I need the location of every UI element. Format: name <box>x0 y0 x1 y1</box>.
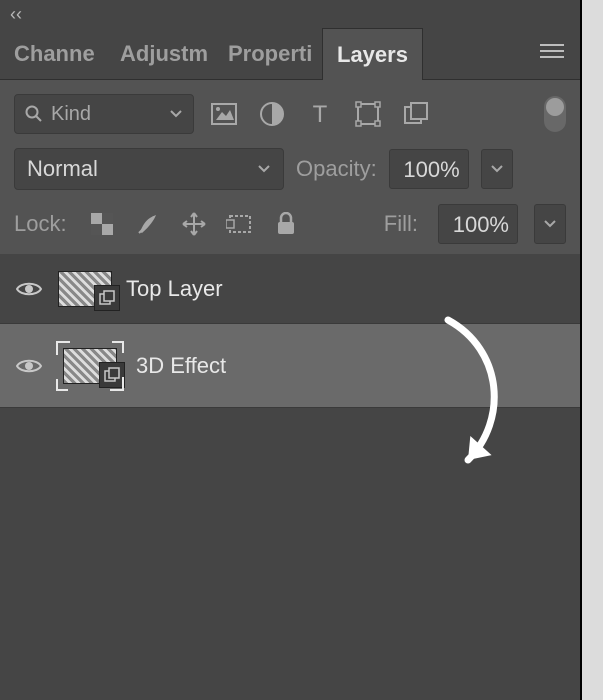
blend-mode-dropdown[interactable]: Normal <box>14 148 284 190</box>
blend-mode-value: Normal <box>27 156 98 182</box>
chevron-down-icon <box>490 164 504 174</box>
eye-icon <box>16 280 42 298</box>
smart-object-badge-icon <box>94 285 120 311</box>
layer-name[interactable]: 3D Effect <box>136 353 226 379</box>
layer-thumbnail[interactable] <box>58 271 112 307</box>
layer-row[interactable]: Top Layer <box>0 254 580 324</box>
layers-list: Top Layer 3D Effect <box>0 254 580 628</box>
filter-label: Kind <box>51 103 91 126</box>
fill-dropdown-button[interactable] <box>534 204 566 244</box>
opacity-input[interactable]: 100% <box>389 149 469 189</box>
collapse-panel-button[interactable]: ‹‹ <box>0 0 580 28</box>
lock-position-icon[interactable] <box>179 206 209 242</box>
right-edge <box>580 0 603 700</box>
tab-channels[interactable]: Channe <box>0 28 106 80</box>
visibility-toggle[interactable] <box>14 280 44 298</box>
chevron-down-icon <box>257 164 271 174</box>
panel-menu-icon[interactable] <box>540 43 564 64</box>
eye-icon <box>16 357 42 375</box>
layer-filter-dropdown[interactable]: Kind <box>14 94 194 134</box>
visibility-toggle[interactable] <box>14 357 44 375</box>
lock-label: Lock: <box>14 211 67 237</box>
chevron-down-icon <box>169 109 183 119</box>
svg-text:T: T <box>313 102 328 126</box>
search-icon <box>25 105 43 123</box>
lock-all-icon[interactable] <box>271 206 301 242</box>
chevron-down-icon <box>543 219 557 229</box>
filter-adjustment-icon[interactable] <box>254 96 290 132</box>
fill-label: Fill: <box>384 211 418 237</box>
panel-tabs: Channe Adjustm Properti Layers <box>0 28 580 80</box>
opacity-label: Opacity: <box>296 156 377 182</box>
layer-name[interactable]: Top Layer <box>126 276 223 302</box>
tab-adjustments[interactable]: Adjustm <box>106 28 214 80</box>
lock-transparency-icon[interactable] <box>87 206 117 242</box>
filter-smartobject-icon[interactable] <box>398 96 434 132</box>
opacity-dropdown-button[interactable] <box>481 149 513 189</box>
tab-layers[interactable]: Layers <box>322 28 423 80</box>
layer-row[interactable]: 3D Effect <box>0 324 580 408</box>
lock-artboard-icon[interactable] <box>225 206 255 242</box>
lock-image-icon[interactable] <box>133 206 163 242</box>
filter-pixel-icon[interactable] <box>206 96 242 132</box>
tab-properties[interactable]: Properti <box>214 28 322 80</box>
smart-object-badge-icon <box>99 362 125 388</box>
filter-type-icon[interactable]: T <box>302 96 338 132</box>
layer-thumbnail[interactable] <box>58 343 122 389</box>
filter-toggle[interactable] <box>544 96 566 132</box>
filter-shape-icon[interactable] <box>350 96 386 132</box>
fill-input[interactable]: 100% <box>438 204 518 244</box>
